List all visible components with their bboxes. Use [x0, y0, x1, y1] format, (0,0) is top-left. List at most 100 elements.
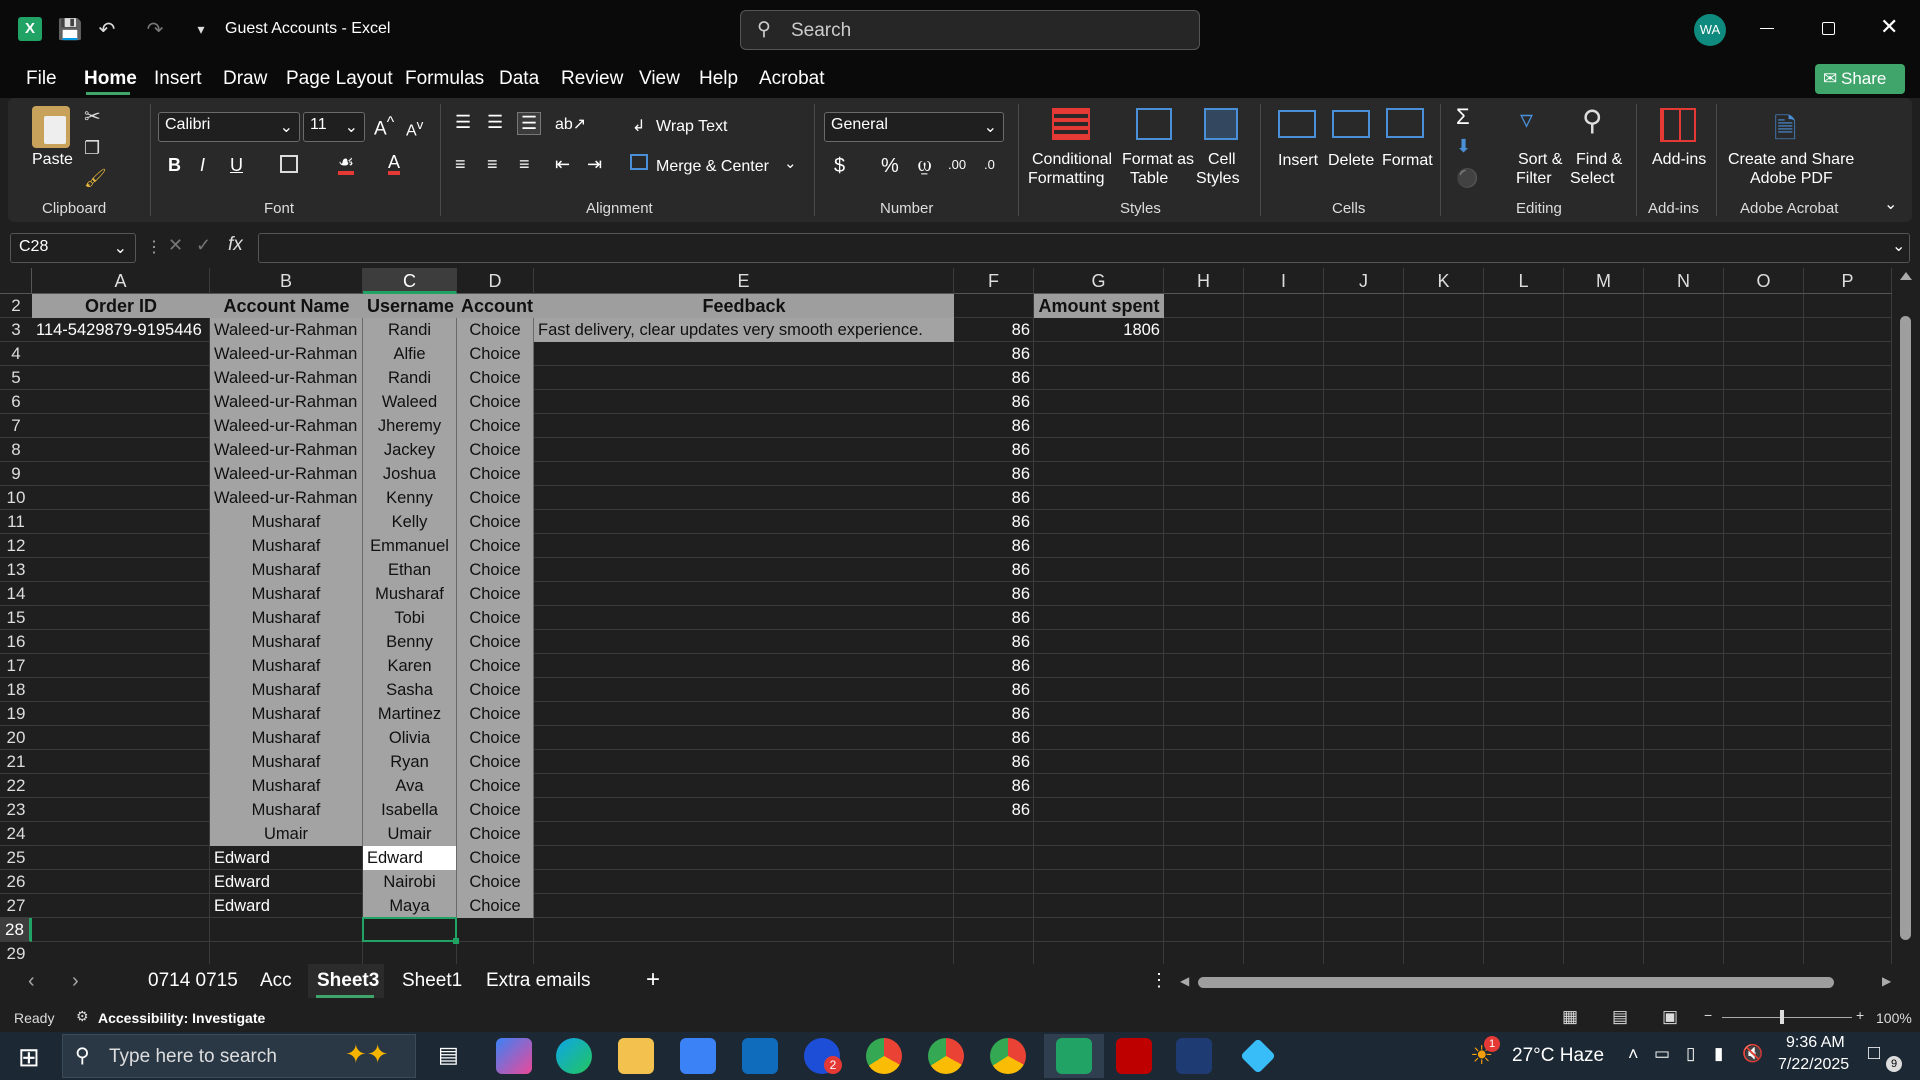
column-header-b[interactable]: B [210, 268, 363, 294]
row-header[interactable]: 9 [0, 462, 32, 486]
insert-cells-button[interactable]: Insert [1278, 151, 1318, 170]
store-icon[interactable] [680, 1038, 716, 1074]
cell-username[interactable]: Martinez [363, 702, 457, 726]
row-header[interactable]: 18 [0, 678, 32, 702]
column-header-c[interactable]: C [363, 268, 457, 294]
cell-username[interactable]: Emmanuel [363, 534, 457, 558]
cell-username[interactable]: Nairobi [363, 870, 457, 894]
cell-account[interactable]: Choice [457, 414, 534, 438]
row-header[interactable]: 7 [0, 414, 32, 438]
cell-account-name[interactable]: Waleed-ur-Rahman [210, 390, 363, 414]
chrome-icon[interactable] [866, 1038, 902, 1074]
undo-icon[interactable]: ↶ [92, 14, 122, 44]
bold-icon[interactable]: B [168, 155, 181, 176]
cell-value-f[interactable]: 86 [954, 318, 1034, 342]
row-header[interactable]: 8 [0, 438, 32, 462]
column-header-e[interactable]: E [534, 268, 954, 294]
cell-account-name[interactable]: Musharaf [210, 774, 363, 798]
fill-color-icon[interactable]: ☙ [338, 153, 355, 175]
cell-username[interactable]: Ava [363, 774, 457, 798]
cell-account-name[interactable]: Musharaf [210, 606, 363, 630]
cell-value-f[interactable]: 86 [954, 534, 1034, 558]
row-header[interactable]: 15 [0, 606, 32, 630]
cell-value-f[interactable]: 86 [954, 342, 1034, 366]
row-header[interactable]: 2 [0, 294, 32, 318]
cell-styles-line1[interactable]: Cell [1208, 150, 1236, 169]
cell-username[interactable]: Kenny [363, 486, 457, 510]
row-header[interactable]: 29 [0, 942, 32, 964]
row-header[interactable]: 6 [0, 390, 32, 414]
cell-username[interactable]: Ethan [363, 558, 457, 582]
cell-account-name[interactable]: Waleed-ur-Rahman [210, 342, 363, 366]
battery-icon[interactable]: ▮ [1714, 1044, 1723, 1064]
header-amount-spent[interactable]: Amount spent [1034, 294, 1164, 318]
decrease-decimal-icon[interactable]: .0 [984, 157, 995, 172]
volume-icon[interactable]: 🔇 [1742, 1044, 1763, 1064]
menu-acrobat[interactable]: Acrobat [759, 68, 824, 90]
user-avatar[interactable]: WA [1694, 14, 1726, 46]
cell-value-f[interactable]: 86 [954, 462, 1034, 486]
cell-account-name[interactable]: Musharaf [210, 702, 363, 726]
cell-username[interactable]: Benny [363, 630, 457, 654]
worksheet-grid[interactable]: A B C D E F G H I J K L M N O P 2 3 4 5 6 7 8 9 10 11 12 13 14 15 16 17… [0, 268, 1920, 964]
menu-insert[interactable]: Insert [154, 68, 202, 90]
header-feedback[interactable]: Feedback [534, 294, 954, 318]
insert-function-icon[interactable]: fx [228, 234, 243, 256]
row-header[interactable]: 28 [0, 918, 32, 942]
sort-filter-line1[interactable]: Sort & [1518, 150, 1562, 169]
cell-account-name[interactable]: Waleed-ur-Rahman [210, 318, 363, 342]
menu-data[interactable]: Data [499, 68, 539, 90]
page-break-view-icon[interactable]: ▣ [1662, 1007, 1678, 1027]
row-header[interactable]: 19 [0, 702, 32, 726]
row-header[interactable]: 22 [0, 774, 32, 798]
file-explorer-icon[interactable] [618, 1038, 654, 1074]
find-select-line2[interactable]: Select [1570, 169, 1614, 188]
formula-input[interactable] [258, 233, 1910, 263]
row-header[interactable]: 20 [0, 726, 32, 750]
search-box[interactable]: ⚲ Search [740, 10, 1200, 50]
cell-account[interactable]: Choice [457, 438, 534, 462]
cell-account-name[interactable]: Musharaf [210, 750, 363, 774]
fill-handle[interactable] [453, 938, 459, 944]
sheet-tab-extra-emails[interactable]: Extra emails [486, 970, 591, 992]
sheet-tab-sheet3[interactable]: Sheet3 [317, 970, 379, 992]
cell-account[interactable]: Choice [457, 894, 534, 918]
number-format-select[interactable]: General ⌄ [824, 112, 1004, 142]
clock-date[interactable]: 7/22/2025 [1778, 1056, 1849, 1074]
cell-account-name[interactable]: Musharaf [210, 582, 363, 606]
cell-account[interactable]: Choice [457, 774, 534, 798]
cell-account-name[interactable]: Umair [210, 822, 363, 846]
cell-account-name[interactable]: Edward [210, 894, 363, 918]
cell-account[interactable]: Choice [457, 510, 534, 534]
cell-value-f[interactable]: 86 [954, 606, 1034, 630]
prev-sheet-icon[interactable]: ‹ [28, 970, 35, 993]
sheet-tab-acc[interactable]: Acc [260, 970, 292, 992]
cell-account[interactable]: Choice [457, 630, 534, 654]
cell-account-name[interactable]: Musharaf [210, 726, 363, 750]
find-select-line1[interactable]: Find & [1576, 150, 1622, 169]
vertical-scrollbar[interactable] [1900, 316, 1911, 940]
clock-time[interactable]: 9:36 AM [1786, 1034, 1845, 1052]
cell-account-name[interactable]: Musharaf [210, 630, 363, 654]
decrease-indent-icon[interactable]: ⇤ [555, 154, 570, 175]
cell-account[interactable]: Choice [457, 486, 534, 510]
cell-username[interactable]: Edward [363, 846, 457, 870]
cell-account[interactable]: Choice [457, 390, 534, 414]
format-as-table-line1[interactable]: Format as [1122, 150, 1194, 169]
edge-icon[interactable] [556, 1038, 592, 1074]
cell-account-name[interactable]: Musharaf [210, 558, 363, 582]
close-icon[interactable]: ✕ [1880, 14, 1898, 40]
menu-draw[interactable]: Draw [223, 68, 267, 90]
fill-icon[interactable]: ⬇ [1456, 136, 1471, 157]
row-header[interactable]: 11 [0, 510, 32, 534]
align-top-icon[interactable]: ☰ [455, 112, 471, 133]
page-layout-view-icon[interactable]: ▤ [1612, 1007, 1628, 1027]
zoom-in-icon[interactable]: + [1856, 1007, 1864, 1023]
cell-value-f[interactable]: 86 [954, 582, 1034, 606]
conditional-formatting-line2[interactable]: Formatting [1028, 169, 1104, 188]
align-left-icon[interactable]: ≡ [455, 154, 466, 175]
menu-file[interactable]: File [26, 68, 57, 90]
cell-username[interactable]: Randi [363, 366, 457, 390]
name-box[interactable]: C28 ⌄ [10, 233, 136, 263]
cell-feedback[interactable]: Fast delivery, clear updates very smooth… [534, 318, 954, 342]
